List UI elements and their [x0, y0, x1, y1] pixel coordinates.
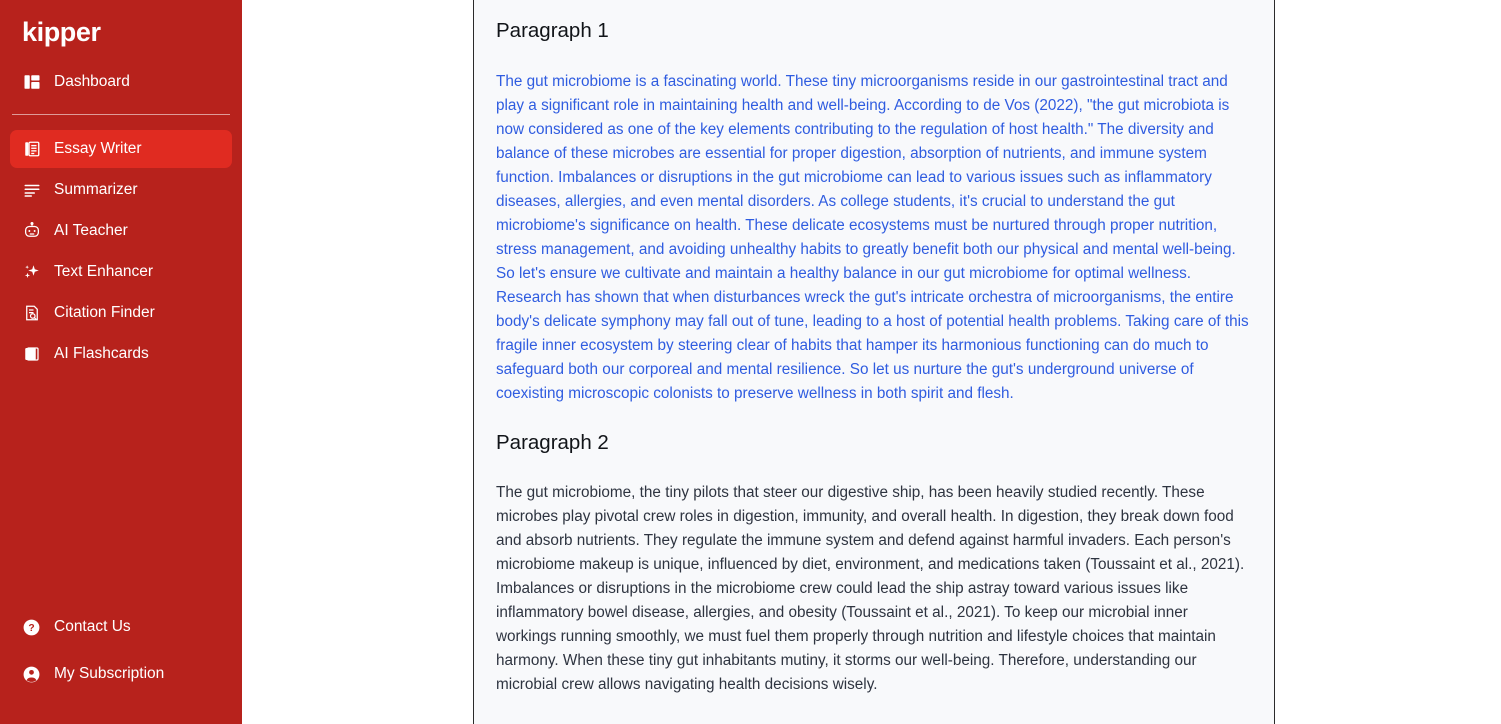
- sidebar-tools-nav: Essay Writer Summarizer AI Teacher Text …: [0, 127, 242, 376]
- sidebar-item-label: Dashboard: [54, 72, 130, 90]
- sidebar-item-label: Contact Us: [54, 618, 131, 635]
- sidebar-item-essay-writer[interactable]: Essay Writer: [10, 129, 232, 168]
- paragraph-2-heading: Paragraph 2: [496, 430, 609, 454]
- sidebar-item-contact-us[interactable]: ? Contact Us: [10, 608, 232, 646]
- app-root: kipper Dashboard Essay Writer Summarizer…: [0, 0, 1501, 724]
- paragraph-1-body[interactable]: The gut microbiome is a fascinating worl…: [496, 70, 1252, 406]
- sidebar-item-text-enhancer[interactable]: Text Enhancer: [10, 253, 232, 291]
- sidebar-item-label: Text Enhancer: [54, 262, 154, 280]
- paragraph-2-body[interactable]: The gut microbiome, the tiny pilots that…: [496, 481, 1252, 697]
- sidebar-item-label: Citation Finder: [54, 303, 155, 321]
- sidebar-top-nav: Dashboard: [0, 60, 242, 104]
- sidebar-item-citation-finder[interactable]: Citation Finder: [10, 294, 232, 332]
- flashcards-icon: [22, 344, 41, 363]
- sidebar-item-label: AI Flashcards: [54, 344, 149, 362]
- svg-text:?: ?: [28, 623, 34, 634]
- robot-icon: [22, 221, 41, 240]
- sidebar-divider: [12, 113, 230, 115]
- sidebar: kipper Dashboard Essay Writer Summarizer…: [0, 0, 242, 724]
- sidebar-item-label: My Subscription: [54, 665, 165, 682]
- sidebar-item-label: Summarizer: [54, 180, 138, 198]
- sidebar-item-ai-flashcards[interactable]: AI Flashcards: [10, 335, 232, 373]
- paragraph-1-heading: Paragraph 1: [496, 19, 609, 42]
- dashboard-icon: [22, 72, 41, 91]
- essay-document-card[interactable]: Paragraph 1 The gut microbiome is a fasc…: [473, 0, 1275, 724]
- sparkles-icon: [22, 262, 41, 281]
- account-circle-icon: [22, 665, 41, 684]
- sidebar-item-label: Essay Writer: [54, 139, 142, 157]
- sidebar-item-summarizer[interactable]: Summarizer: [10, 171, 232, 209]
- sidebar-item-ai-teacher[interactable]: AI Teacher: [10, 212, 232, 250]
- sidebar-bottom-nav: ? Contact Us My Subscription: [0, 599, 242, 724]
- sidebar-item-my-subscription[interactable]: My Subscription: [10, 655, 232, 693]
- brand-logo[interactable]: kipper: [0, 0, 242, 60]
- main-content: Paragraph 1 The gut microbiome is a fasc…: [242, 0, 1501, 724]
- sidebar-item-label: AI Teacher: [54, 221, 128, 239]
- document-search-icon: [22, 303, 41, 322]
- summarizer-lines-icon: [22, 180, 41, 199]
- essay-writer-icon: [22, 139, 41, 158]
- sidebar-item-dashboard[interactable]: Dashboard: [10, 63, 232, 101]
- help-circle-icon: ?: [22, 618, 41, 637]
